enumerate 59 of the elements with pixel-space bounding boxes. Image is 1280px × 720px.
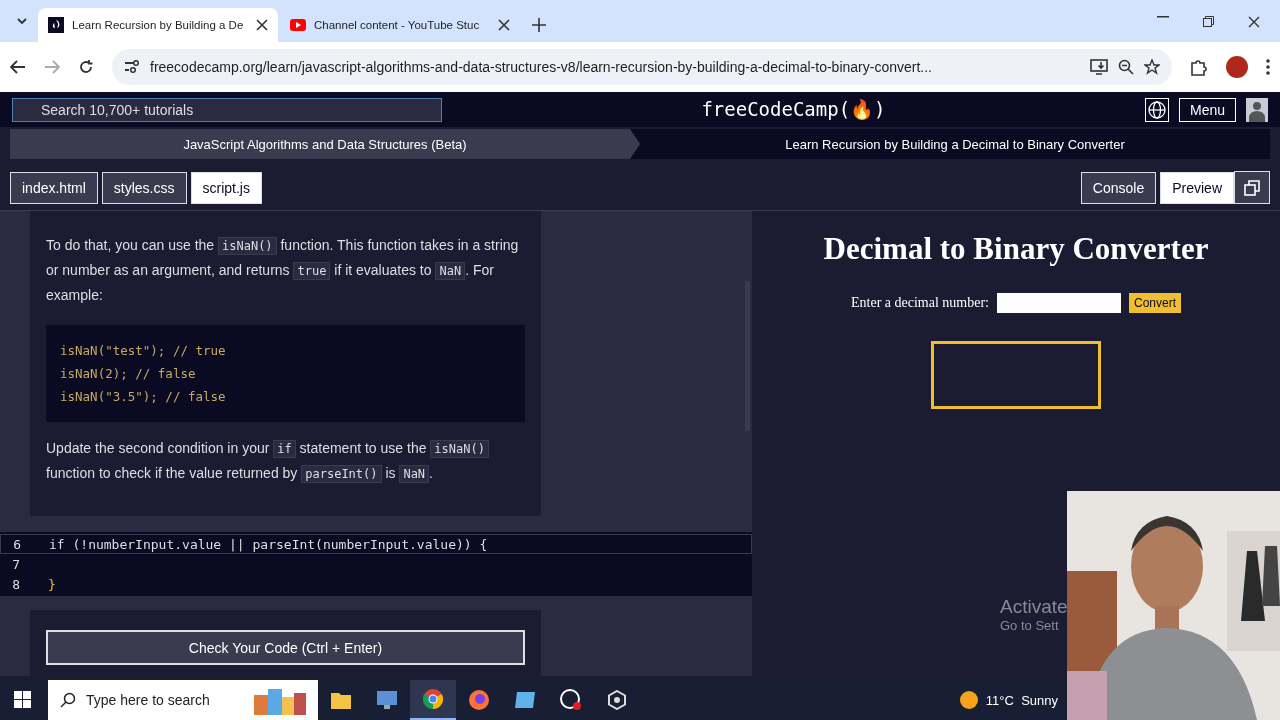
panel-toggle-button[interactable]: Console [1080,171,1157,204]
site-settings-icon[interactable] [124,60,140,74]
instruction-text: To do that, you can use the isNaN() function. This function takes in a string or number as an argument, and returns true if it evaluates to NaN . For example: [46,236,520,305]
number-input[interactable] [997,293,1121,313]
address-bar[interactable]: freecodecamp.org/learn/javascript-algorithms-and-data-structures-v8/learn-recursion-by-building-a-decimal-to-binary-convert... [112,49,1172,85]
install-icon[interactable] [1090,59,1108,75]
code-line: } [48,576,56,592]
sun-icon [959,691,978,709]
close-icon[interactable] [1248,16,1260,28]
user-avatar-icon[interactable] [1246,97,1268,122]
popout-button[interactable] [1234,171,1270,204]
input-label: Enter a decimal number: [851,295,989,311]
panel-toggle-button[interactable]: Preview [1160,171,1234,204]
menu-button[interactable]: Menu [1178,97,1236,122]
search-icon [60,692,76,708]
globe-icon[interactable] [1144,97,1169,122]
instruction-text: Update the second condition in your if statement to use the isNaN() function to check if the value returned by parseInt() is NaN . [46,436,525,486]
play-icon [290,19,306,31]
minimize-icon[interactable] [1157,16,1169,18]
restore-icon[interactable] [1203,16,1214,27]
weather-text: 11°C Sunny [985,692,1058,708]
folder-icon [331,691,351,709]
close-icon[interactable] [498,19,510,31]
more-icon[interactable] [1266,59,1270,75]
activation-watermark: Activate [1000,596,1068,618]
file-tab[interactable]: script.js [190,171,262,204]
new-tab-icon[interactable] [532,18,546,32]
file-tab[interactable]: styles.css [101,171,187,204]
chevron-down-icon [17,18,27,24]
file-tab[interactable]: index.html [10,171,98,204]
line-number: 6 [12,536,21,552]
site-logo[interactable]: freeCodeCamp(🔥) [442,98,1145,121]
line-number: 8 [11,576,20,592]
monitor-icon [376,690,398,710]
breadcrumb-link[interactable]: JavaScript Algorithms and Data Structures (Beta) [10,129,640,159]
code-line: if (!numberInput.value || parseInt(numberInput.value)) { [49,536,488,552]
star-icon[interactable] [1144,59,1160,75]
code-example: isNaN("test"); // true isNaN(2); // false isNaN("3.5"); // false [46,325,525,422]
reload-icon[interactable] [78,59,94,75]
close-icon[interactable] [256,19,268,31]
window-icon [514,691,536,709]
zoom-out-icon[interactable] [1118,59,1134,75]
line-number: 7 [11,556,20,572]
firefox-icon [469,690,489,710]
chrome-icon [423,689,443,709]
puzzle-icon[interactable] [1190,58,1208,76]
taskbar-app[interactable] [410,680,456,720]
cube-icon [607,690,627,710]
search-field[interactable]: Search 10,700+ tutorials [12,97,442,122]
browser-tab[interactable]: Channel content - YouTube Stuc [280,8,520,42]
preview-title: Decimal to Binary Converter [822,231,1210,267]
browser-tab[interactable]: Learn Recursion by Building a De [38,8,278,42]
profile-avatar[interactable] [1226,56,1248,78]
convert-button[interactable]: Convert [1129,293,1181,313]
check-code-button[interactable]: Check Your Code (Ctrl + Enter) [46,630,525,665]
back-icon[interactable] [10,60,26,74]
record-icon [560,689,582,711]
windows-icon [1244,179,1260,196]
code-editor[interactable]: 6 if (!numberInput.value || parseInt(numberInput.value)) { 7 8 } [0,532,752,596]
